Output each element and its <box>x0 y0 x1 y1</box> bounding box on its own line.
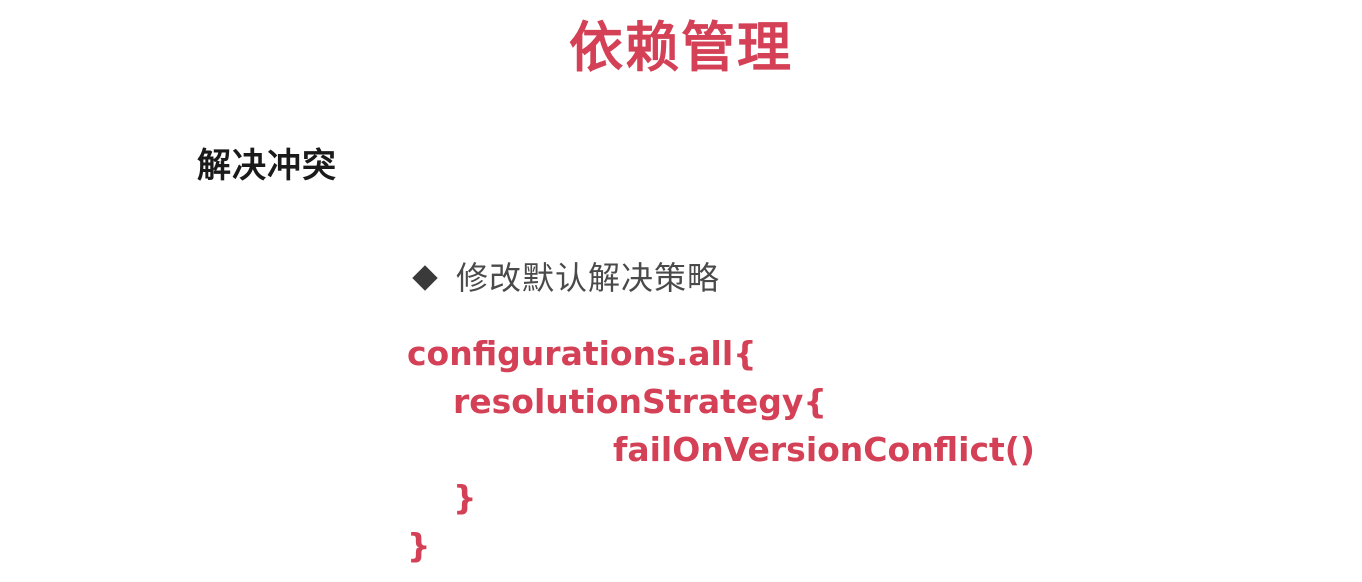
bullet-item: 修改默认解决策略 <box>410 255 720 301</box>
code-line-outer-close-brace: } <box>407 526 431 565</box>
code-line-resolution-strategy: resolutionStrategy{ <box>453 382 827 421</box>
section-heading: 解决冲突 <box>197 146 337 186</box>
slide-title: 依赖管理 <box>569 16 793 79</box>
diamond-bullet-icon <box>412 265 438 291</box>
code-line-fail-on-version-conflict: failOnVersionConflict() <box>613 430 1035 469</box>
slide: 依赖管理 解决冲突 修改默认解决策略 configurations.all{ r… <box>0 0 1362 582</box>
code-line-configurations: configurations.all{ <box>407 334 757 373</box>
bullet-text: 修改默认解决策略 <box>456 259 721 297</box>
code-block: configurations.all{ resolutionStrategy{ … <box>407 330 1307 570</box>
code-line-inner-close-brace: } <box>453 478 477 517</box>
